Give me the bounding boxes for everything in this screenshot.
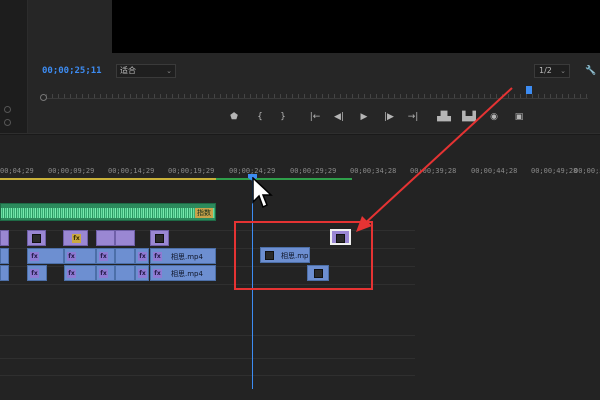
export-frame-button[interactable]: ◉	[487, 110, 501, 124]
ruler-tick-label: 00;00;09;29	[48, 167, 95, 175]
scrub-knob[interactable]	[40, 94, 47, 101]
zoom-fit-label: 适合	[120, 66, 136, 75]
play-button[interactable]: ▶	[357, 110, 371, 124]
ruler-tick-label: 00;00;29;29	[290, 167, 337, 175]
comparison-view-button[interactable]: ▣	[512, 110, 526, 124]
clip-name: 相思.mp4	[171, 253, 203, 261]
step-forward-button[interactable]: |▶	[382, 110, 396, 124]
work-area-bar-rendered[interactable]	[0, 178, 216, 180]
video-clip[interactable]: fx	[64, 248, 96, 264]
audio-clip[interactable]: 指数	[0, 203, 216, 221]
ruler-tick-label: 00;00;49;28	[531, 167, 578, 175]
clip-thumbnail	[32, 234, 41, 243]
track-divider	[0, 358, 415, 359]
fx-badge-icon: fx	[138, 269, 147, 278]
playback-resolution-label: 1/2	[539, 66, 552, 75]
fx-badge-icon: fx	[30, 269, 39, 278]
fx-badge-icon: fx	[72, 234, 81, 243]
title-clip[interactable]	[150, 230, 169, 246]
go-to-in-button[interactable]: |←	[308, 110, 322, 124]
lift-button[interactable]: ▟▙	[437, 110, 451, 124]
title-clip[interactable]	[115, 230, 135, 246]
title-clip[interactable]	[27, 230, 46, 246]
zoom-fit-select[interactable]: 适合 ⌄	[116, 64, 176, 78]
fx-badge-icon: fx	[67, 269, 76, 278]
transport-controls: ⬟ { } |← ◀| ▶ |▶ →| ▟▙ ▙▟ ◉ ▣	[0, 110, 600, 124]
ruler-tick-label: 00;00;54	[574, 167, 600, 175]
time-ruler[interactable]: 00;04;29 00;00;09;29 00;00;14;29 00;00;1…	[0, 163, 600, 185]
monitor-scrub-bar[interactable]	[40, 94, 588, 102]
ruler-tick-label: 00;00;24;29	[229, 167, 276, 175]
clip-name: 相思.mp4	[171, 270, 203, 278]
mouse-pointer-icon	[252, 177, 273, 209]
video-clip[interactable]: fx	[64, 265, 96, 281]
fx-badge-icon: fx	[138, 252, 147, 261]
video-clip[interactable]	[115, 248, 135, 264]
wrench-icon[interactable]: 🔧	[585, 66, 596, 76]
mark-in-button[interactable]: {	[253, 110, 267, 124]
video-clip[interactable]	[0, 248, 9, 264]
fx-badge-icon: fx	[153, 252, 162, 261]
ruler-tick-label: 00;00;39;28	[410, 167, 457, 175]
fx-badge-icon: fx	[153, 269, 162, 278]
add-marker-button[interactable]: ⬟	[227, 110, 241, 124]
ruler-tick-label: 00;00;34;28	[350, 167, 397, 175]
step-back-button[interactable]: ◀|	[332, 110, 346, 124]
scrub-line	[46, 98, 588, 99]
go-to-out-button[interactable]: →|	[406, 110, 420, 124]
fx-badge-icon: fx	[30, 252, 39, 261]
audio-clip-label: 指数	[195, 208, 213, 218]
title-clip[interactable]	[96, 230, 115, 246]
ruler-tick-label: 00;00;44;28	[471, 167, 518, 175]
work-area-bar-unrendered[interactable]	[216, 178, 352, 180]
video-clip[interactable]: fx	[135, 265, 149, 281]
track-divider	[0, 375, 415, 376]
ruler-tick-label: 00;04;29	[0, 167, 34, 175]
ruler-tick-label: 00;00;14;29	[108, 167, 155, 175]
title-clip[interactable]: fx	[63, 230, 88, 246]
fx-badge-icon: fx	[99, 252, 108, 261]
clip-thumbnail	[155, 234, 164, 243]
playhead-timecode[interactable]: 00;00;25;11	[42, 66, 102, 76]
video-clip[interactable]	[0, 265, 9, 281]
mark-out-button[interactable]: }	[276, 110, 290, 124]
video-clip[interactable]: fx	[96, 265, 115, 281]
in-point-marker[interactable]	[526, 86, 532, 94]
track-divider	[0, 335, 415, 336]
video-clip[interactable]: fx	[135, 248, 149, 264]
video-clip[interactable]: fx	[27, 265, 47, 281]
video-clip[interactable]: fx	[96, 248, 115, 264]
chevron-down-icon: ⌄	[560, 67, 566, 75]
title-clip[interactable]	[0, 230, 9, 246]
video-clip[interactable]: fx	[27, 248, 64, 264]
video-clip-xiangsi[interactable]: fx 相思.mp4	[150, 265, 216, 281]
ruler-tick-label: 00;00;19;29	[168, 167, 215, 175]
playback-resolution-select[interactable]: 1/2 ⌄	[534, 64, 570, 78]
audio-waveform	[1, 208, 215, 218]
chevron-down-icon: ⌄	[166, 67, 172, 75]
fx-badge-icon: fx	[99, 269, 108, 278]
fx-badge-icon: fx	[67, 252, 76, 261]
extract-button[interactable]: ▙▟	[462, 110, 476, 124]
video-clip[interactable]	[115, 265, 135, 281]
annotation-highlight-box	[234, 221, 373, 290]
program-video-frame	[112, 0, 600, 53]
video-clip-xiangsi[interactable]: fx 相思.mp4	[150, 248, 216, 264]
